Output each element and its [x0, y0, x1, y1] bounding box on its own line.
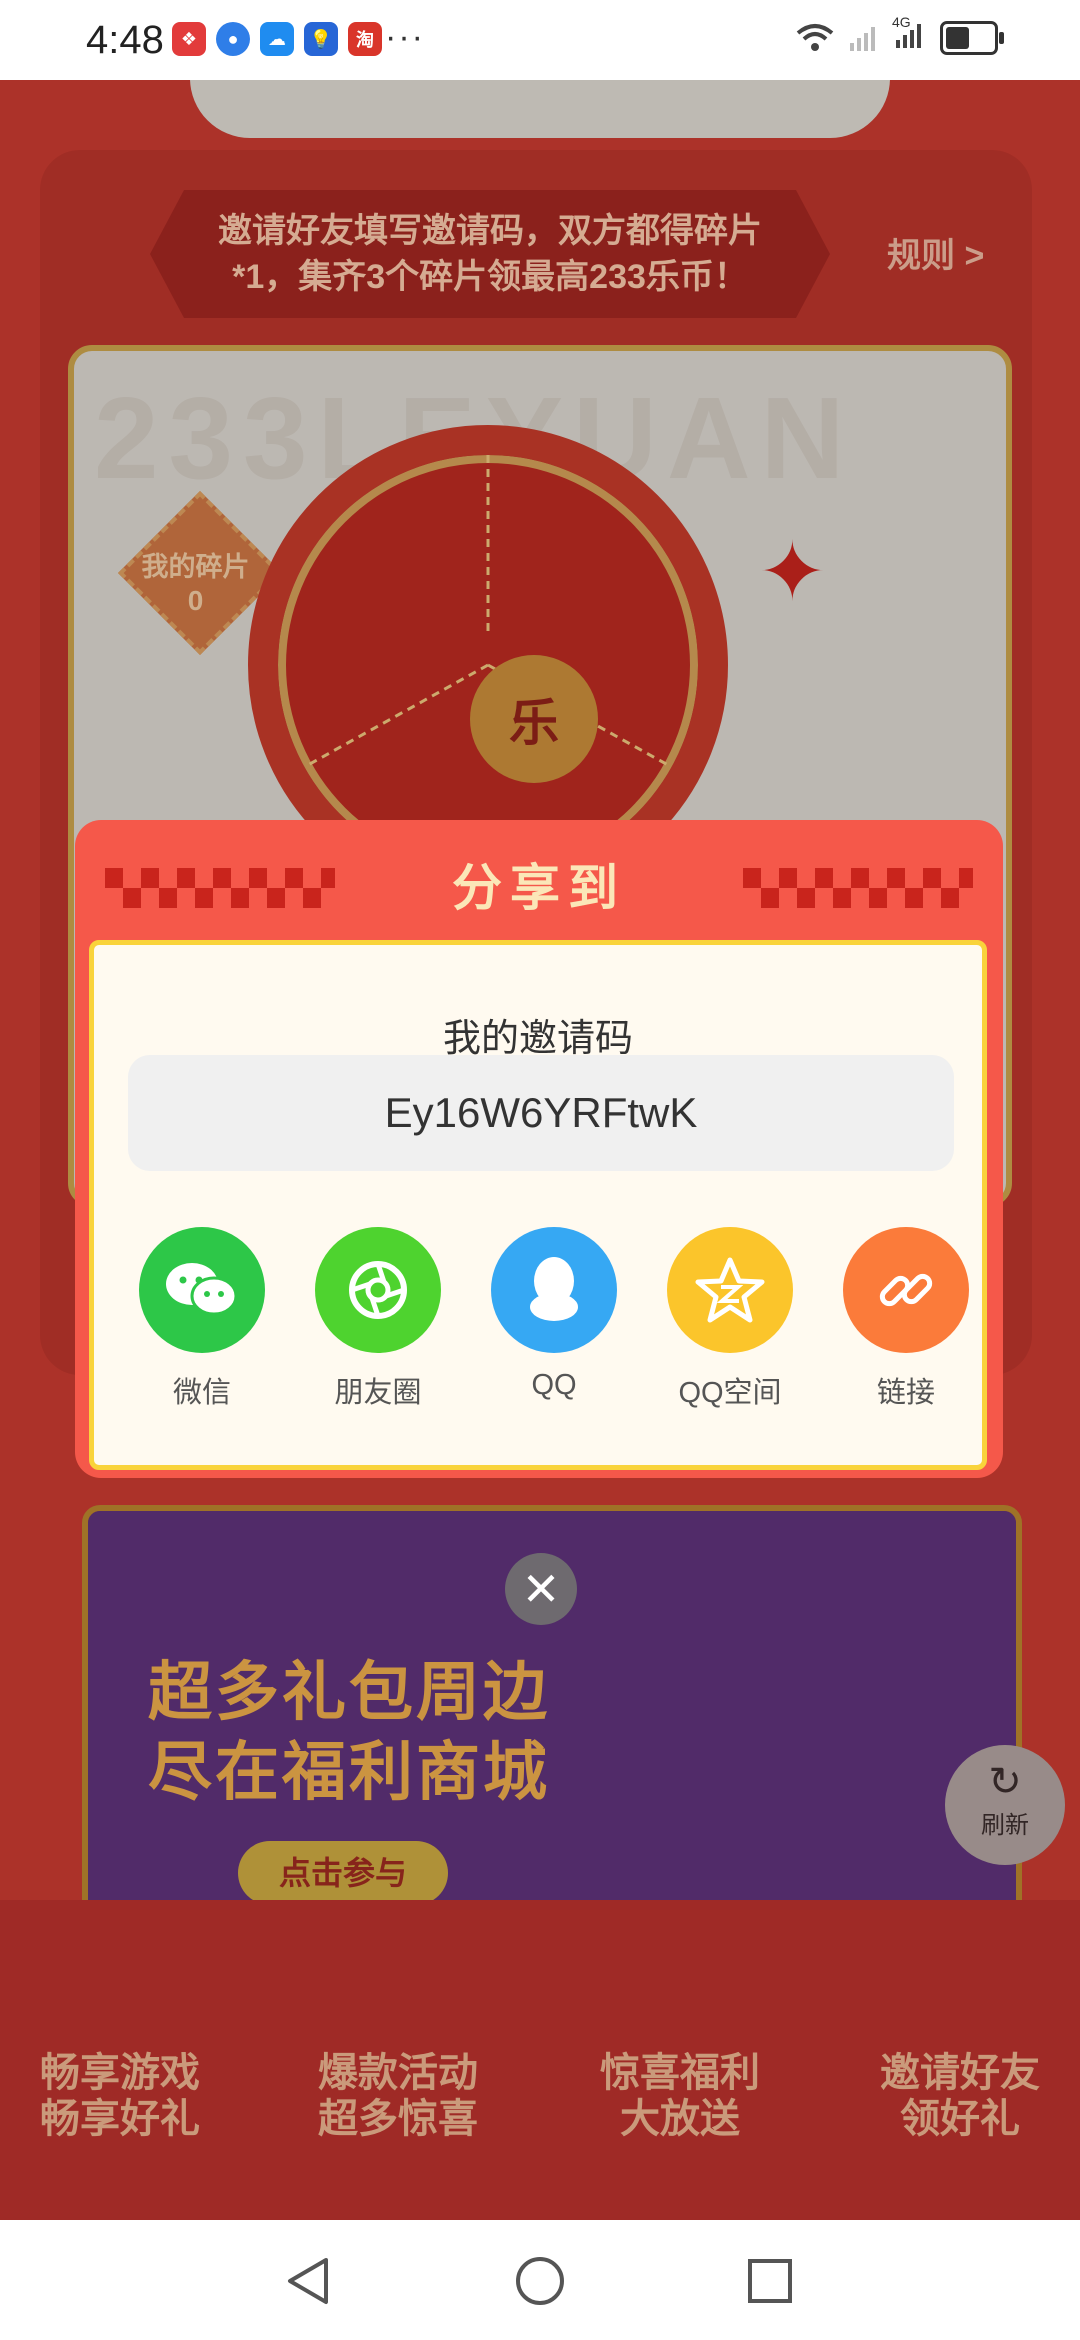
- recents-button[interactable]: [745, 2256, 795, 2306]
- share-wechat-button[interactable]: 微信: [114, 1227, 290, 1411]
- back-button[interactable]: [283, 2256, 333, 2306]
- invite-code-label: 我的邀请码: [442, 1018, 633, 1060]
- share-label: QQ空间: [678, 1377, 782, 1409]
- dialog-title: 分享到: [452, 860, 626, 916]
- moments-icon: [315, 1227, 441, 1353]
- share-label: QQ: [531, 1369, 577, 1401]
- taobao-icon: 淘: [348, 22, 382, 56]
- share-qq-button[interactable]: QQ: [466, 1227, 642, 1402]
- home-button[interactable]: [515, 2256, 565, 2306]
- battery-icon: [940, 20, 1004, 55]
- more-notifications-icon: ···: [385, 18, 425, 56]
- share-label: 朋友圈: [334, 1377, 422, 1409]
- system-icons: 4G: [796, 14, 1004, 55]
- notification-icons: ❖ ● ☁ 💡 淘: [172, 22, 382, 56]
- browser-icon: ●: [216, 22, 250, 56]
- network-type: 4G: [892, 14, 911, 30]
- share-dialog: 分享到 我的邀请码 Ey16W6YRFtwK 微信 朋友圈 QQ QQ空间 链接: [75, 820, 1003, 1478]
- weather-icon: ☁: [260, 22, 294, 56]
- app-notification-icon: ❖: [172, 22, 206, 56]
- dialog-body: 我的邀请码 Ey16W6YRFtwK 微信 朋友圈 QQ QQ空间 链接: [89, 940, 987, 1470]
- share-label: 链接: [876, 1377, 935, 1409]
- back-icon: [288, 2258, 328, 2304]
- share-label: 微信: [172, 1377, 231, 1409]
- qzone-icon: [667, 1227, 793, 1353]
- invite-code-box[interactable]: Ey16W6YRFtwK: [128, 1055, 954, 1171]
- qq-icon: [491, 1227, 617, 1353]
- share-targets: 微信 朋友圈 QQ QQ空间 链接: [114, 1227, 969, 1427]
- share-link-button[interactable]: 链接: [818, 1227, 994, 1411]
- share-qzone-button[interactable]: QQ空间: [642, 1227, 818, 1411]
- idea-icon: 💡: [304, 22, 338, 56]
- signal-sim2-icon: 4G: [892, 14, 926, 55]
- clock: 4:48: [86, 18, 164, 62]
- share-moments-button[interactable]: 朋友圈: [290, 1227, 466, 1411]
- home-icon: [516, 2257, 564, 2305]
- system-nav-bar: [0, 2220, 1080, 2340]
- status-bar: 4:48 ❖ ● ☁ 💡 淘 ··· 4G: [0, 0, 1080, 80]
- link-icon: [843, 1227, 969, 1353]
- wifi-icon: [796, 23, 834, 51]
- recents-icon: [748, 2259, 792, 2303]
- signal-sim1-icon: [850, 26, 875, 51]
- wechat-icon: [139, 1227, 265, 1353]
- close-dialog-button[interactable]: ✕: [505, 1553, 577, 1625]
